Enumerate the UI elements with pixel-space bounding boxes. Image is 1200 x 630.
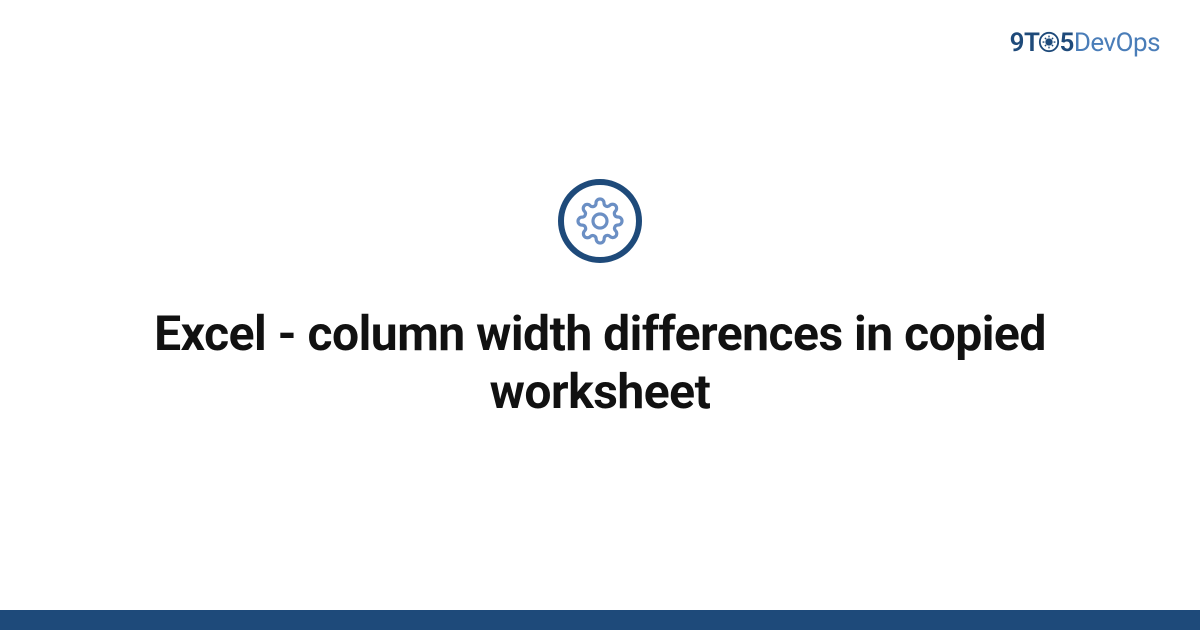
page-title: Excel - column width differences in copi… [80,305,1120,420]
gear-icon [576,197,624,245]
main-content: Excel - column width differences in copi… [0,0,1200,630]
footer-bar [0,610,1200,630]
gear-icon-badge [558,179,642,263]
